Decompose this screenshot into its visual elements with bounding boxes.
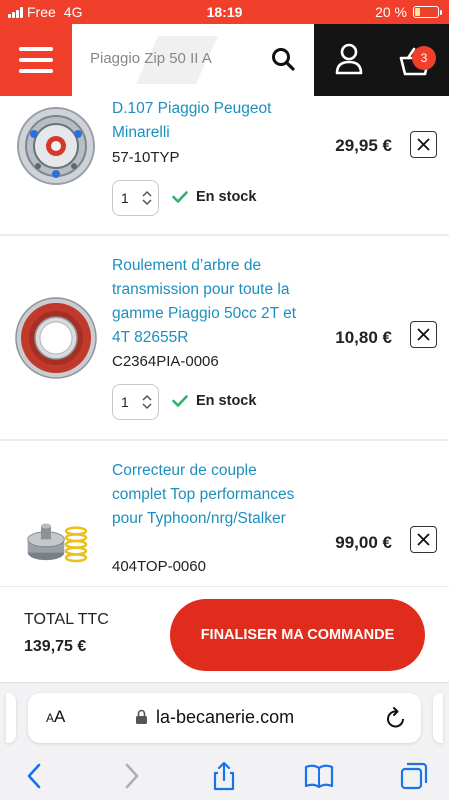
next-tab-edge[interactable] [433, 693, 443, 743]
product-price: 29,95 € [335, 136, 392, 155]
quantity-select[interactable]: 1 [112, 384, 159, 420]
check-icon [172, 191, 188, 203]
back-arrow-icon[interactable] [20, 761, 50, 791]
product-title-link[interactable]: Roulement d’arbre de transmission pour t… [112, 254, 302, 350]
battery-info: 20 % [375, 4, 442, 20]
battery-icon [413, 6, 442, 18]
site-header: Piaggio Zip 50 II A 3 [0, 24, 449, 96]
clutch-product-image [17, 107, 95, 185]
forward-arrow-icon[interactable] [116, 761, 146, 791]
reload-icon[interactable] [385, 706, 407, 730]
share-icon[interactable] [209, 761, 239, 791]
remove-item-button[interactable] [410, 526, 437, 553]
bearing-product-image [15, 297, 97, 379]
stepper-chevrons-icon [142, 394, 152, 410]
close-icon [417, 328, 430, 341]
quantity-value: 1 [121, 394, 129, 410]
stepper-chevrons-icon [142, 190, 152, 206]
torque-driver-product-image [27, 523, 88, 563]
product-price: 10,80 € [335, 328, 392, 347]
tabs-icon[interactable] [399, 761, 429, 791]
menu-bar-icon [19, 58, 53, 62]
browser-toolbar: AAAA la-becanerie.com [0, 682, 449, 800]
browser-nav-row [0, 761, 449, 797]
product-sku: C2364PIA-0006 [112, 353, 219, 370]
battery-percent: 20 % [375, 4, 407, 20]
address-bar[interactable]: AAAA la-becanerie.com [28, 693, 421, 743]
check-icon [172, 395, 188, 407]
menu-bar-icon [19, 47, 53, 51]
product-title-link[interactable]: Correcteur de couple complet Top perform… [112, 459, 302, 531]
close-icon [417, 533, 430, 546]
product-sku: 404TOP-0060 [112, 558, 206, 575]
remove-item-button[interactable] [410, 321, 437, 348]
bookmarks-icon[interactable] [304, 761, 334, 791]
hamburger-menu-button[interactable] [0, 24, 72, 96]
lock-icon [136, 709, 147, 724]
status-bar: Free 4G 18:19 20 % [0, 0, 449, 24]
stock-status: En stock [172, 189, 256, 205]
search-input[interactable]: Piaggio Zip 50 II A [72, 24, 314, 96]
cart-count-badge: 3 [412, 46, 436, 70]
remove-item-button[interactable] [410, 131, 437, 158]
cart-item: Correcteur de couple complet Top perform… [0, 441, 449, 586]
order-summary-bar: TOTAL TTC 139,75 € FINALISER MA COMMANDE [0, 586, 449, 682]
stock-label: En stock [196, 189, 257, 205]
quantity-select[interactable]: 1 [112, 180, 159, 216]
account-icon[interactable] [334, 42, 364, 76]
search-value: Piaggio Zip 50 II A [90, 50, 212, 67]
account-cart-zone: 3 [314, 24, 449, 96]
total-label: TOTAL TTC [24, 611, 109, 628]
previous-tab-edge[interactable] [6, 693, 16, 743]
stock-status: En stock [172, 393, 256, 409]
cart-item: D.107 Piaggio Peugeot Minarelli 57-10TYP… [0, 96, 449, 236]
total-value: 139,75 € [24, 638, 87, 655]
product-sku: 57-10TYP [112, 149, 180, 166]
close-icon [417, 138, 430, 151]
url-domain: la-becanerie.com [156, 707, 295, 727]
text-size-button[interactable]: AAAA [46, 707, 65, 727]
checkout-button[interactable]: FINALISER MA COMMANDE [170, 599, 425, 671]
product-price: 99,00 € [335, 533, 392, 552]
quantity-value: 1 [121, 190, 129, 206]
battery-fill [415, 8, 420, 16]
product-title-link[interactable]: D.107 Piaggio Peugeot Minarelli [112, 97, 302, 145]
cart-item: Roulement d’arbre de transmission pour t… [0, 236, 449, 440]
search-icon[interactable] [270, 46, 296, 72]
menu-bar-icon [19, 69, 53, 73]
cart-items-list: D.107 Piaggio Peugeot Minarelli 57-10TYP… [0, 96, 449, 586]
stock-label: En stock [196, 393, 257, 409]
